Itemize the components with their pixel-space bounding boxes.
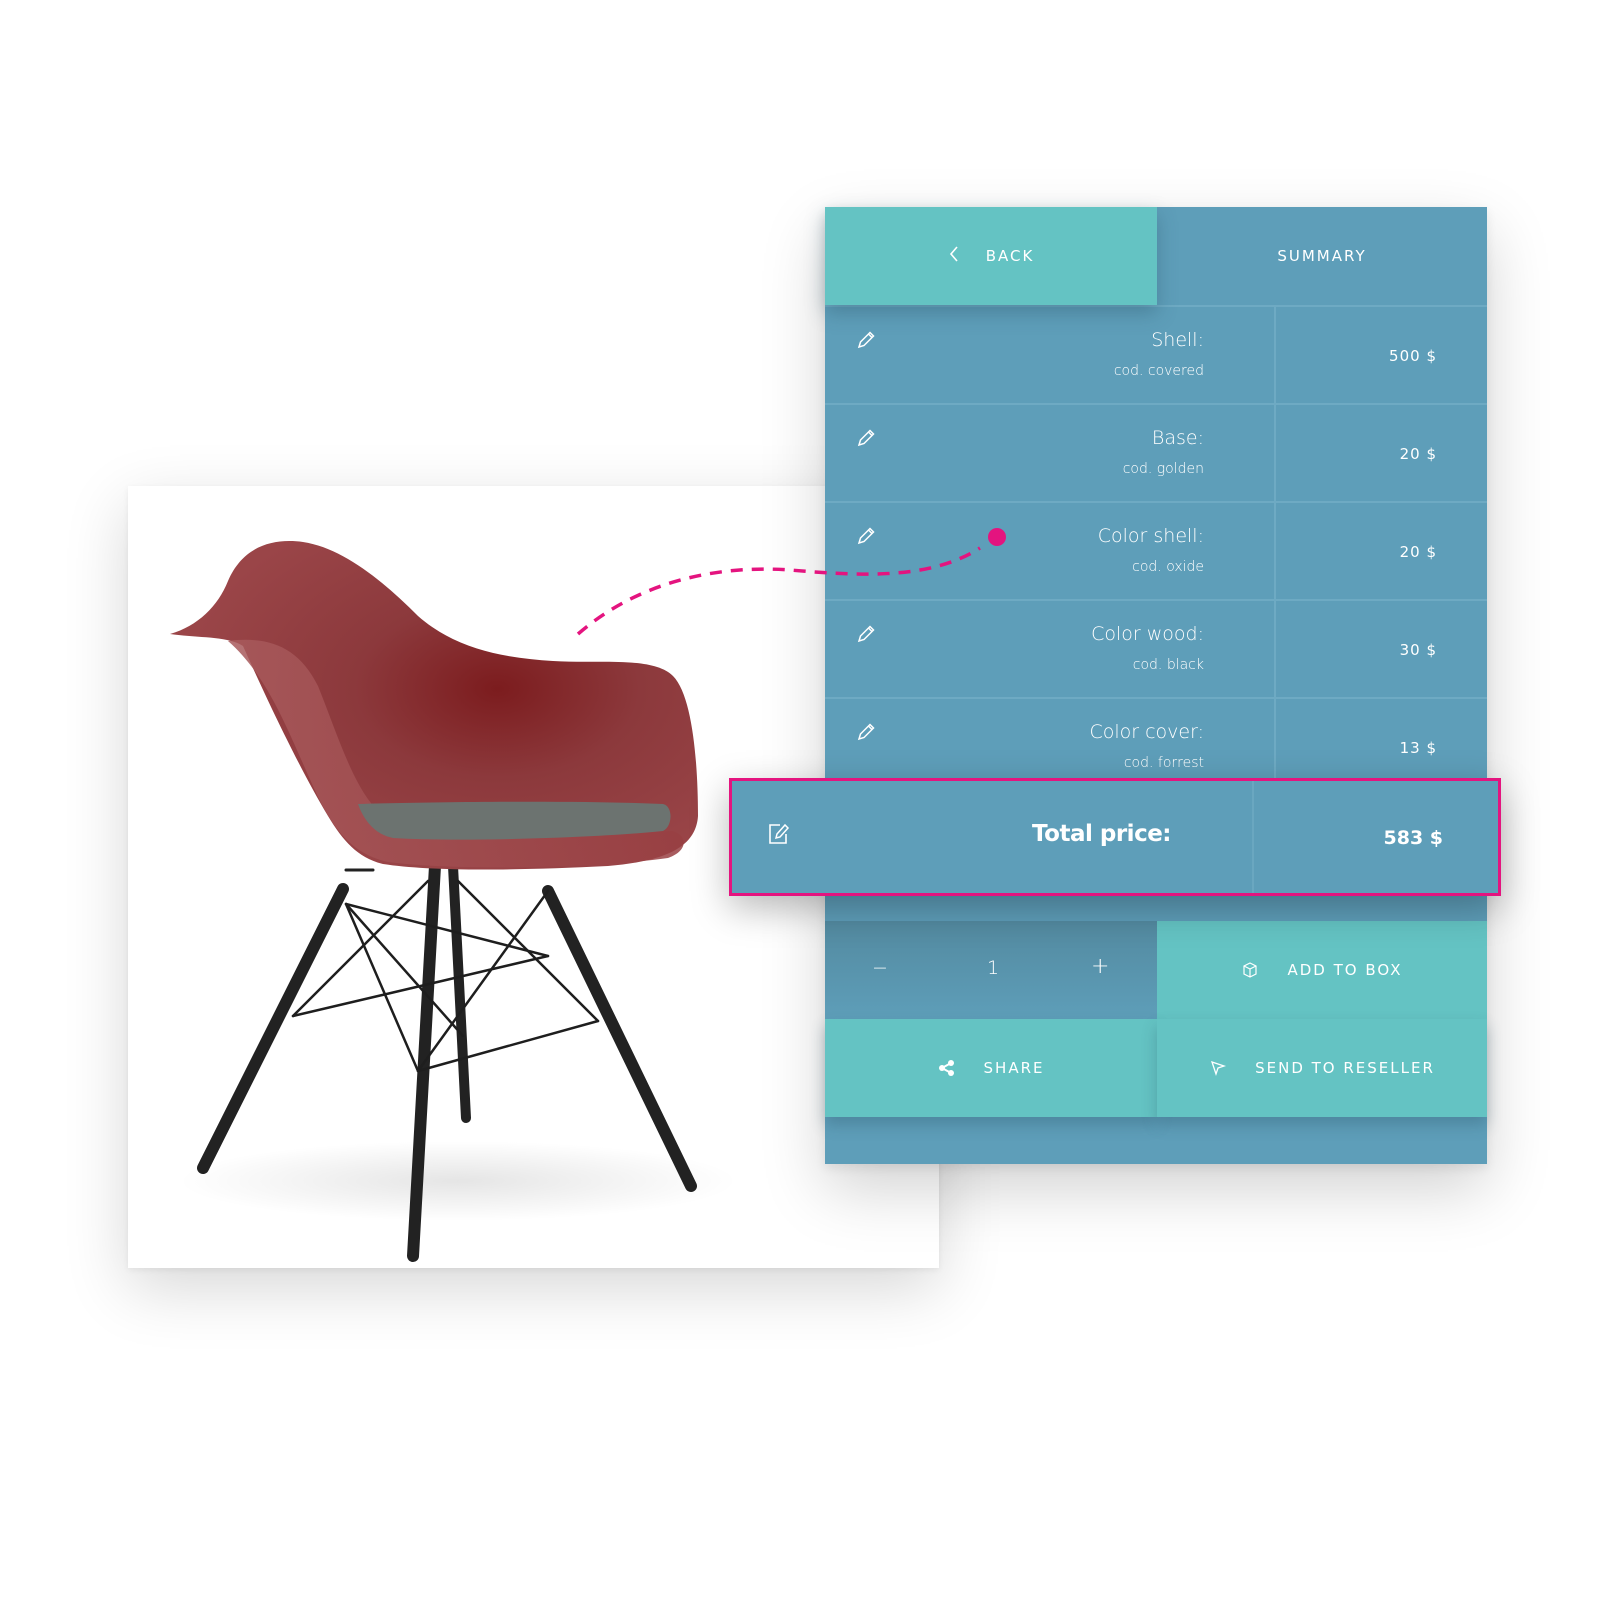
quantity-stepper: − 1 + <box>825 921 1157 1019</box>
column-divider <box>1274 601 1276 697</box>
summary-row-base: Base: cod. golden 20 $ <box>825 403 1487 501</box>
item-price: 20 $ <box>1399 543 1437 561</box>
item-name: Shell: <box>1151 329 1204 351</box>
item-code: cod. golden <box>1122 461 1204 477</box>
back-label: BACK <box>985 247 1035 265</box>
pencil-icon[interactable] <box>855 329 877 351</box>
item-name: Color wood: <box>1091 623 1204 645</box>
column-divider <box>1252 781 1254 893</box>
tab-summary[interactable]: SUMMARY <box>1157 207 1487 305</box>
summary-row-color-wood: Color wood: cod. black 30 $ <box>825 599 1487 697</box>
pencil-icon[interactable] <box>855 721 877 743</box>
column-divider <box>1274 307 1276 403</box>
item-code: cod. black <box>1132 657 1204 673</box>
item-code: cod. forrest <box>1123 755 1204 771</box>
box-icon <box>1241 961 1259 979</box>
add-to-box-button[interactable]: ADD TO BOX <box>1157 921 1487 1019</box>
summary-row-color-shell: Color shell: cod. oxide 20 $ <box>825 501 1487 599</box>
seat-cushion <box>358 801 671 840</box>
pencil-icon[interactable] <box>855 525 877 547</box>
share-icon <box>938 1059 956 1077</box>
cursor-arrow-icon <box>1209 1059 1227 1077</box>
send-to-reseller-label: SEND TO RESELLER <box>1255 1059 1435 1077</box>
quantity-value: 1 <box>987 957 1000 979</box>
total-price-label: Total price: <box>1032 821 1171 847</box>
summary-label: SUMMARY <box>1277 247 1367 265</box>
item-name: Base: <box>1151 427 1204 449</box>
item-price: 13 $ <box>1399 739 1437 757</box>
floor-shadow <box>178 1141 738 1221</box>
panel-header: BACK SUMMARY <box>825 207 1487 305</box>
item-name: Color shell: <box>1097 525 1204 547</box>
item-code: cod. oxide <box>1132 559 1204 575</box>
total-price-value: 583 $ <box>1383 827 1444 849</box>
summary-row-shell: Shell: cod. covered 500 $ <box>825 305 1487 403</box>
total-price-row: Total price: 583 $ <box>729 778 1501 896</box>
configurator-panel: BACK SUMMARY Shell: cod. covered 500 $ B… <box>825 207 1487 1164</box>
add-to-box-label: ADD TO BOX <box>1287 961 1403 979</box>
pencil-icon[interactable] <box>855 623 877 645</box>
column-divider <box>1274 405 1276 501</box>
item-price: 20 $ <box>1399 445 1437 463</box>
edit-square-icon[interactable] <box>766 821 792 847</box>
pencil-icon[interactable] <box>855 427 877 449</box>
share-label: SHARE <box>983 1059 1045 1077</box>
item-price: 30 $ <box>1399 641 1437 659</box>
share-button[interactable]: SHARE <box>825 1019 1157 1117</box>
chevron-left-icon <box>948 244 960 268</box>
back-button[interactable]: BACK <box>825 207 1157 305</box>
decrease-quantity-button[interactable]: − <box>872 957 888 979</box>
column-divider <box>1274 503 1276 599</box>
item-name: Color cover: <box>1089 721 1204 743</box>
send-to-reseller-button[interactable]: SEND TO RESELLER <box>1157 1019 1487 1117</box>
item-code: cod. covered <box>1113 363 1204 379</box>
increase-quantity-button[interactable]: + <box>1091 954 1109 979</box>
summary-list: Shell: cod. covered 500 $ Base: cod. gol… <box>825 305 1487 795</box>
item-price: 500 $ <box>1389 347 1437 365</box>
